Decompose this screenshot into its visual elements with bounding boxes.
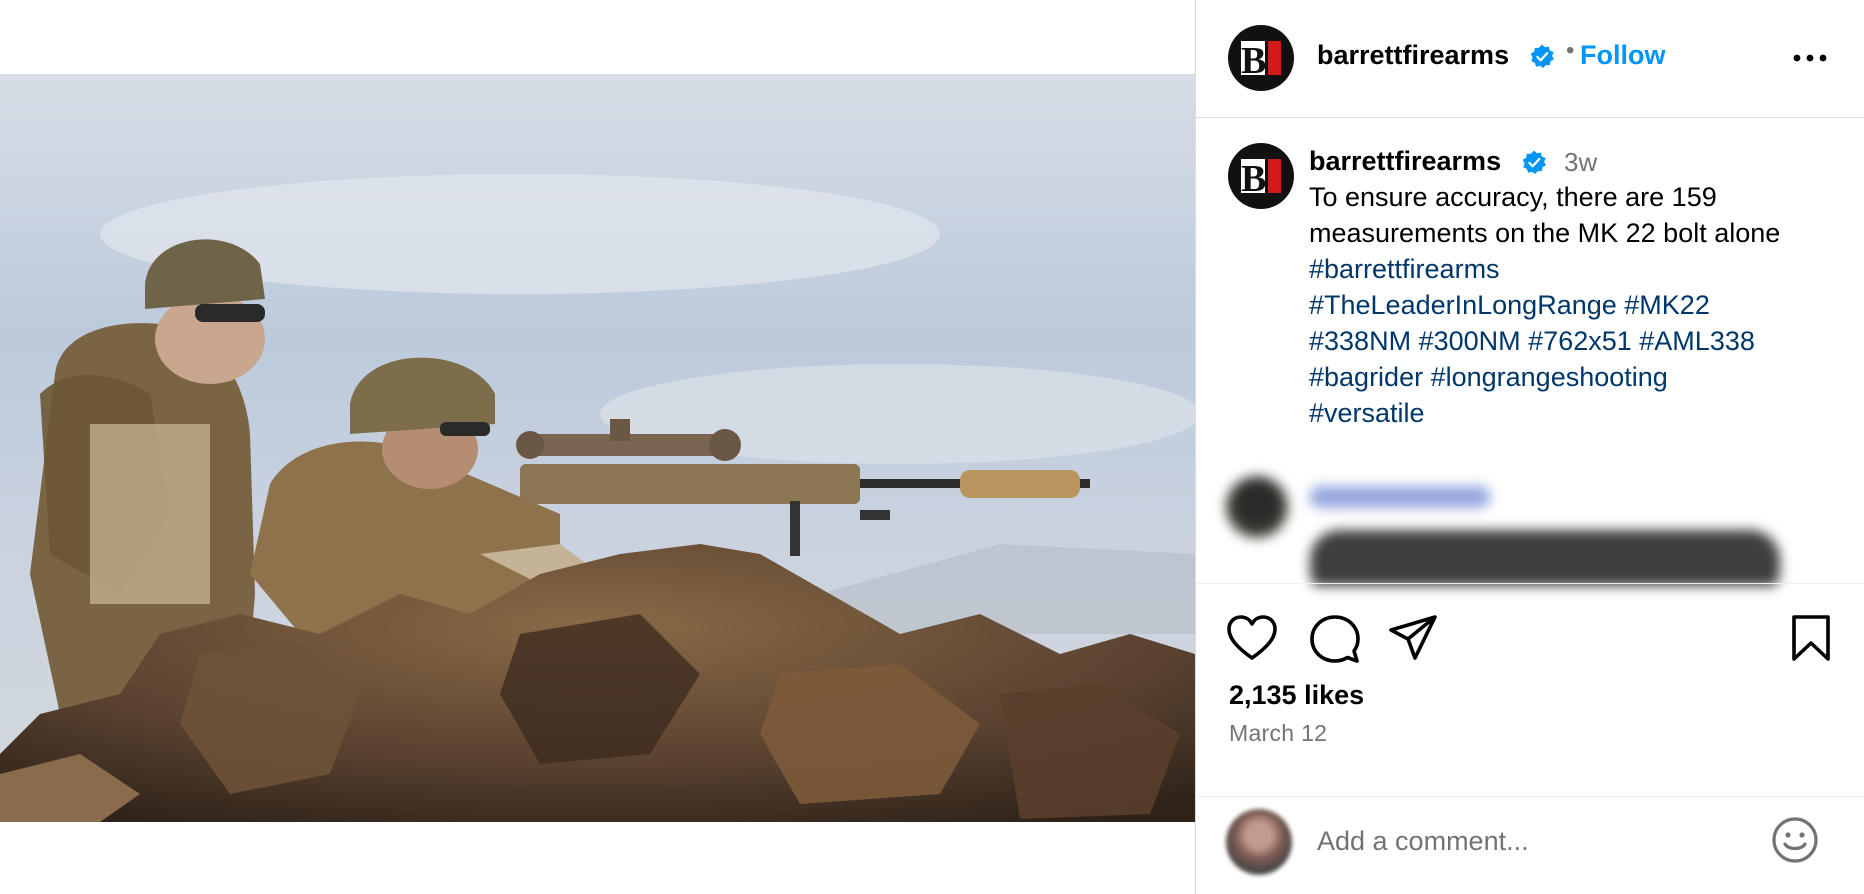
caption-username[interactable]: barrettfirearms	[1309, 146, 1501, 177]
hashtag-link[interactable]: #versatile	[1309, 398, 1425, 428]
post-side-panel: B barrettfirearms • Follow B barrettfire…	[1196, 0, 1864, 894]
hashtag-link[interactable]: #300NM	[1419, 326, 1521, 356]
hashtag-line: #versatile	[1309, 395, 1829, 431]
verified-badge-icon	[1522, 150, 1547, 175]
actions-divider	[1196, 583, 1864, 584]
post-date[interactable]: March 12	[1229, 720, 1327, 747]
hashtag-link[interactable]: #AML338	[1639, 326, 1755, 356]
caption-text: To ensure accuracy, there are 159 measur…	[1309, 182, 1781, 248]
hashtag-link[interactable]: #barrettfirearms	[1309, 254, 1500, 284]
hashtag-line: #bagrider #longrangeshooting	[1309, 359, 1829, 395]
comment-composer	[1196, 796, 1864, 894]
hashtag-line: #TheLeaderInLongRange #MK22	[1309, 287, 1829, 323]
separator-dot: •	[1566, 37, 1575, 64]
commenter-avatar	[1226, 476, 1288, 538]
likes-count[interactable]: 2,135 likes	[1229, 680, 1364, 711]
hashtag-link[interactable]: #MK22	[1624, 290, 1710, 320]
hashtag-link[interactable]: #TheLeaderInLongRange	[1309, 290, 1617, 320]
follow-button[interactable]: Follow	[1580, 40, 1665, 71]
heart-icon[interactable]	[1226, 614, 1278, 662]
post-media-panel	[0, 0, 1195, 894]
barrett-logo-icon: B	[1238, 38, 1284, 81]
caption-body: To ensure accuracy, there are 159 measur…	[1309, 179, 1829, 431]
commenter-username	[1310, 486, 1490, 508]
hashtag-link[interactable]: #338NM	[1309, 326, 1411, 356]
smiley-icon[interactable]	[1770, 815, 1820, 865]
hashtag-line: #barrettfirearms	[1309, 251, 1829, 287]
hashtag-link[interactable]: #bagrider	[1309, 362, 1423, 392]
author-username[interactable]: barrettfirearms	[1317, 40, 1509, 71]
comment-bubble-icon[interactable]	[1310, 614, 1360, 664]
paper-plane-icon[interactable]	[1388, 614, 1438, 662]
post-photo[interactable]	[0, 74, 1195, 822]
author-avatar[interactable]: B	[1228, 25, 1294, 91]
comment-content	[1310, 530, 1780, 586]
post-timestamp[interactable]: 3w	[1564, 147, 1597, 178]
barrett-logo-icon: B	[1238, 156, 1284, 199]
bookmark-icon[interactable]	[1790, 614, 1832, 662]
verified-badge-icon	[1530, 44, 1555, 69]
more-horizontal-icon[interactable]	[1792, 44, 1828, 72]
current-user-avatar[interactable]	[1226, 809, 1292, 875]
hashtag-line: #338NM #300NM #762x51 #AML338	[1309, 323, 1829, 359]
blurred-comment	[1226, 468, 1846, 586]
hashtag-link[interactable]: #762x51	[1528, 326, 1632, 356]
caption-author-avatar[interactable]: B	[1228, 143, 1294, 209]
photo-illustration	[0, 74, 1195, 822]
comment-input[interactable]	[1317, 821, 1757, 861]
post-header: B barrettfirearms • Follow	[1196, 0, 1864, 118]
hashtag-link[interactable]: #longrangeshooting	[1431, 362, 1668, 392]
